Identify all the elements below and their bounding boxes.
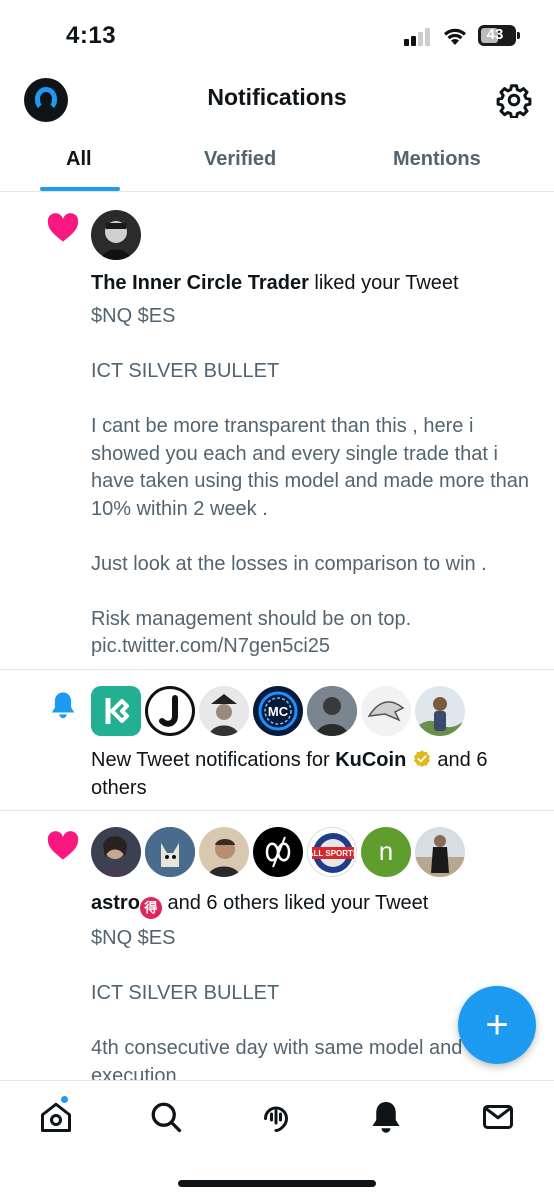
settings-gear-icon[interactable] xyxy=(496,82,532,118)
notification-item-like[interactable]: The Inner Circle Trader liked your Tweet… xyxy=(0,193,554,670)
avatar[interactable] xyxy=(307,686,357,736)
status-time: 4:13 xyxy=(66,22,117,49)
home-icon[interactable] xyxy=(38,1099,74,1135)
actor-name[interactable]: astro xyxy=(91,892,140,914)
search-icon[interactable] xyxy=(148,1099,184,1135)
actor-name[interactable]: The Inner Circle Trader xyxy=(91,272,309,294)
bell-icon xyxy=(51,692,75,719)
avatar[interactable] xyxy=(415,686,465,736)
avatar[interactable] xyxy=(199,827,249,877)
spaces-icon[interactable] xyxy=(258,1099,294,1135)
svg-text:MC: MC xyxy=(268,704,289,719)
plus-icon: + xyxy=(485,1003,509,1047)
tab-mentions[interactable]: Mentions xyxy=(393,148,481,171)
notification-text: The Inner Circle Trader liked your Tweet xyxy=(91,269,530,297)
avatar[interactable] xyxy=(91,827,141,877)
tab-verified[interactable]: Verified xyxy=(204,148,276,171)
notifications-icon[interactable] xyxy=(368,1099,404,1135)
notification-text: astro 得 and 6 others liked your Tweet xyxy=(91,889,530,919)
compose-tweet-button[interactable]: + xyxy=(458,986,536,1064)
avatar[interactable]: ALL SPORTS xyxy=(307,827,357,877)
avatar[interactable] xyxy=(91,686,141,736)
battery-icon: 43 xyxy=(478,25,520,46)
notification-tabs: All Verified Mentions xyxy=(0,140,554,192)
cellular-signal-icon xyxy=(404,28,434,46)
active-tab-indicator xyxy=(40,187,120,191)
heart-icon xyxy=(47,831,79,860)
avatar[interactable]: n xyxy=(361,827,411,877)
tab-all[interactable]: All xyxy=(66,148,92,171)
unread-dot xyxy=(60,1095,69,1104)
heart-icon xyxy=(47,213,79,242)
notification-text: New Tweet notifications for KuCoin and 6… xyxy=(91,749,488,799)
battery-level: 43 xyxy=(486,26,504,43)
avatar[interactable] xyxy=(361,686,411,736)
avatar-badge-text: ALL SPORTS xyxy=(308,849,357,858)
actor-name[interactable]: KuCoin xyxy=(335,749,406,771)
wifi-icon xyxy=(444,28,466,45)
verified-badge-icon xyxy=(413,750,430,768)
avatar[interactable] xyxy=(199,686,249,736)
avatar-group: ALL SPORTS n xyxy=(91,827,471,877)
messages-icon[interactable] xyxy=(480,1099,516,1135)
avatar[interactable] xyxy=(91,210,141,260)
avatar[interactable] xyxy=(145,686,195,736)
avatar[interactable] xyxy=(145,827,195,877)
home-indicator xyxy=(178,1180,376,1187)
avatar-group: MC xyxy=(91,686,471,736)
actor-badge: 得 xyxy=(139,897,162,919)
avatar[interactable]: MC xyxy=(253,686,303,736)
notification-item-new-tweets[interactable]: MC New Tweet notifications for KuCoin an… xyxy=(0,670,554,811)
action-text: liked your Tweet xyxy=(308,272,459,294)
tweet-preview[interactable]: $NQ $ES ICT SILVER BULLET I cant be more… xyxy=(91,303,530,661)
avatar[interactable] xyxy=(415,827,465,877)
app-header: Notifications xyxy=(0,70,554,130)
page-title: Notifications xyxy=(207,84,347,110)
status-bar: 4:13 43 xyxy=(0,0,554,66)
avatar-letter: n xyxy=(378,836,394,866)
avatar[interactable] xyxy=(253,827,303,877)
